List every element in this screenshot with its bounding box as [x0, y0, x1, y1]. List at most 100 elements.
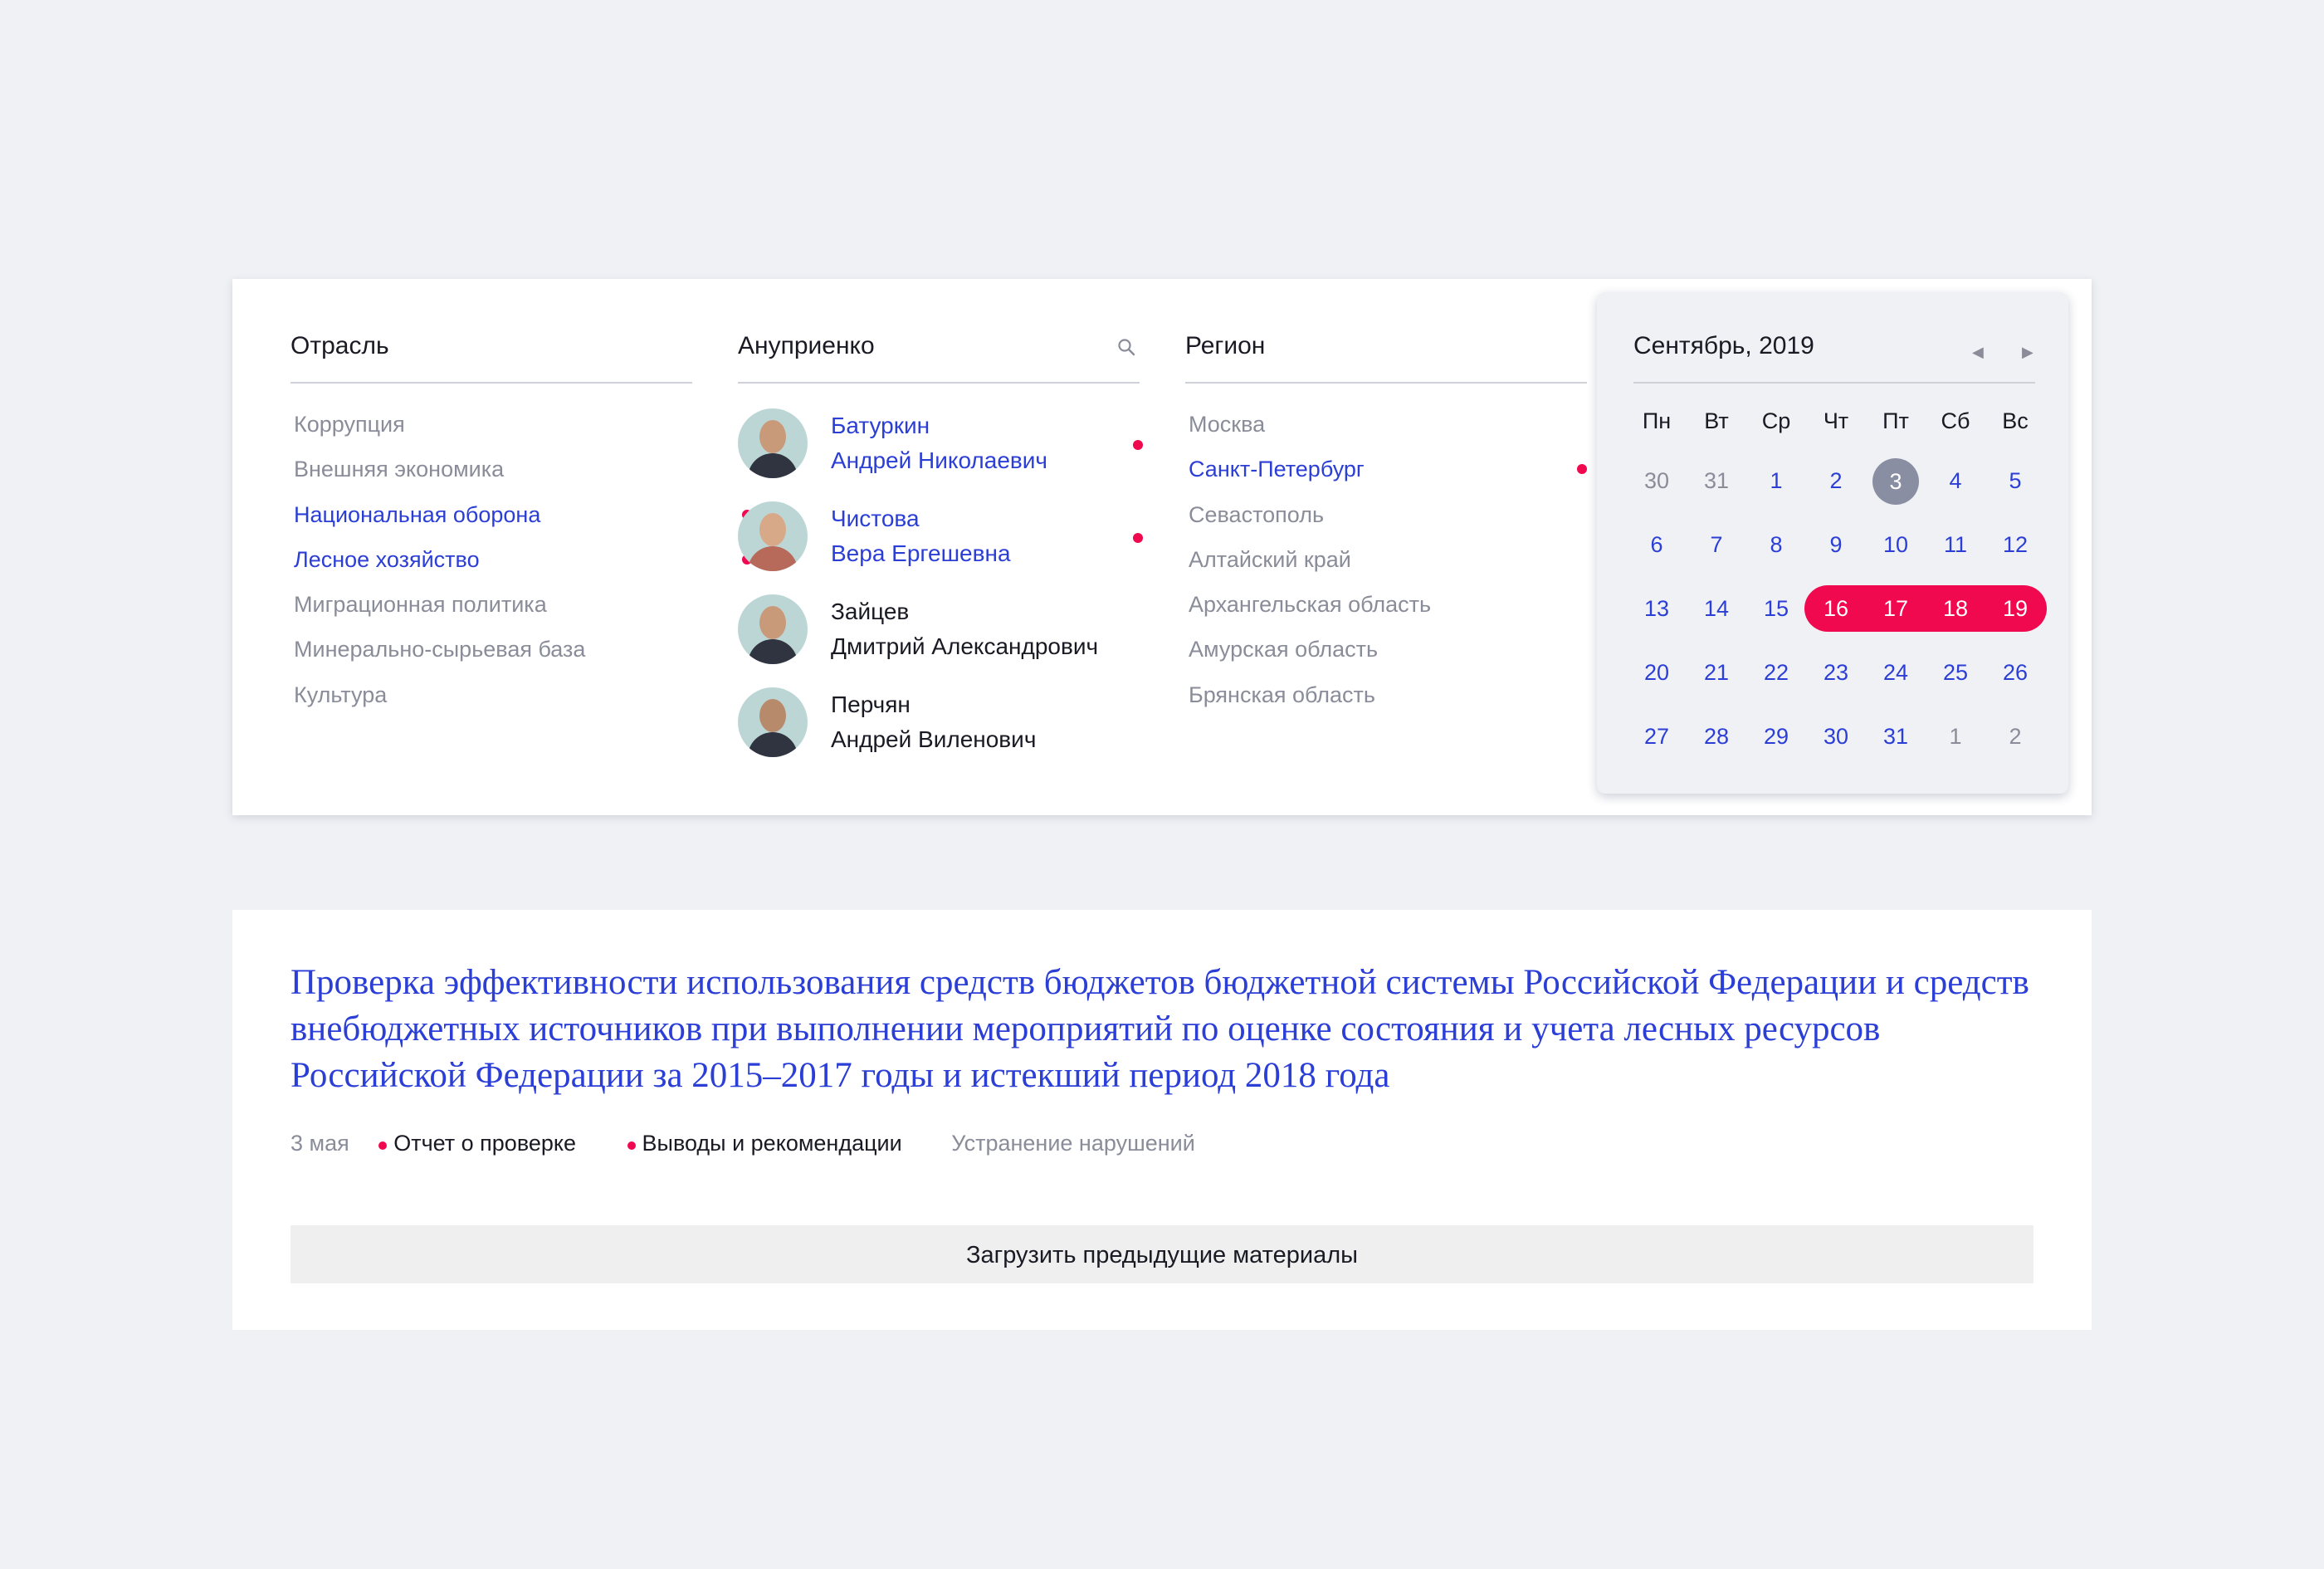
selected-dot-icon — [1133, 533, 1143, 543]
document-link[interactable]: Выводы и рекомендации — [626, 1131, 924, 1156]
calendar-day[interactable]: 1 — [1746, 458, 1806, 503]
region-item[interactable]: Амурская область — [1189, 627, 1431, 672]
person-name: Чистова Вера Ергешевна — [831, 501, 1011, 571]
selected-dot-icon — [1133, 440, 1143, 450]
region-item[interactable]: Брянская область — [1189, 672, 1431, 717]
document-dot-icon — [627, 1141, 636, 1150]
avatar — [738, 594, 808, 664]
avatar — [738, 408, 808, 478]
calendar-day[interactable]: 25 — [1926, 650, 1985, 695]
calendar-day[interactable]: 27 — [1627, 714, 1687, 759]
region-item[interactable]: Архангельская область — [1189, 582, 1431, 627]
region-item[interactable]: Севастополь — [1189, 492, 1431, 537]
weekday-label: Пн — [1642, 408, 1672, 433]
person-surname: Зайцев — [831, 599, 910, 624]
calendar-day[interactable]: 15 — [1746, 586, 1806, 631]
region-item[interactable]: Санкт-Петербург — [1189, 447, 1587, 491]
document-dot-icon — [378, 1141, 388, 1150]
calendar-day[interactable]: 8 — [1746, 522, 1806, 567]
document-link-label: Устранение нарушений — [951, 1131, 1195, 1156]
calendar-day[interactable]: 2 — [1806, 458, 1866, 503]
weekday-label: Ср — [1761, 408, 1791, 433]
calendar-day[interactable]: 29 — [1746, 714, 1806, 759]
calendar-day[interactable]: 17 — [1866, 586, 1926, 631]
industry-item[interactable]: Миграционная политика — [294, 582, 585, 627]
calendar-day[interactable]: 26 — [1985, 650, 2045, 695]
calendar-day[interactable]: 5 — [1985, 458, 2045, 503]
calendar-day[interactable]: 9 — [1806, 522, 1866, 567]
person-item[interactable]: Чистова Вера Ергешевна — [738, 501, 1143, 584]
industry-item[interactable]: Коррупция — [294, 402, 585, 447]
calendar-day[interactable]: 22 — [1746, 650, 1806, 695]
industry-item[interactable]: Национальная оборона — [294, 492, 752, 537]
search-icon[interactable] — [1116, 337, 1136, 357]
people-search-field[interactable]: Ануприенко — [738, 325, 1140, 384]
calendar-day[interactable]: 19 — [1985, 586, 2045, 631]
industry-list: Коррупция Внешняя экономика Национальная… — [294, 402, 752, 717]
person-item[interactable]: Батуркин Андрей Николаевич — [738, 408, 1143, 491]
calendar-day[interactable]: 11 — [1926, 522, 1985, 567]
document-link[interactable]: Отчет о проверке — [377, 1131, 598, 1156]
weekday-label: Сб — [1941, 408, 1970, 433]
industry-item-label: Лесное хозяйство — [294, 546, 480, 572]
document-link[interactable]: Устранение нарушений — [951, 1131, 1217, 1156]
calendar-day[interactable]: 28 — [1687, 714, 1746, 759]
calendar-day[interactable]: 31 — [1866, 714, 1926, 759]
article-meta: 3 мая Отчет о проверке Выводы и рекоменд… — [290, 1131, 1238, 1156]
weekday-label: Чт — [1823, 408, 1849, 433]
document-link-label: Отчет о проверке — [393, 1131, 577, 1156]
calendar-day[interactable]: 1 — [1926, 714, 1985, 759]
calendar-day[interactable]: 6 — [1627, 522, 1687, 567]
region-item-label: Москва — [1189, 412, 1266, 437]
industry-item[interactable]: Минерально-сырьевая база — [294, 627, 585, 672]
article-date: 3 мая — [290, 1131, 349, 1156]
region-item-label: Алтайский край — [1189, 546, 1351, 572]
calendar-day[interactable]: 3 — [1866, 458, 1926, 505]
article-card: Проверка эффективности использования сре… — [232, 910, 2092, 1330]
person-name: Зайцев Дмитрий Александрович — [831, 594, 1098, 664]
person-item[interactable]: Зайцев Дмитрий Александрович — [738, 594, 1140, 677]
person-given-name: Дмитрий Александрович — [831, 633, 1099, 659]
calendar-day[interactable]: 21 — [1687, 650, 1746, 695]
calendar-day[interactable]: 12 — [1985, 522, 2045, 567]
region-item-label: Санкт-Петербург — [1189, 457, 1365, 482]
calendar-day[interactable]: 30 — [1627, 458, 1687, 503]
calendar-day[interactable]: 4 — [1926, 458, 1985, 503]
prev-month-icon[interactable]: ◀ — [1972, 344, 1984, 361]
calendar-day[interactable]: 13 — [1627, 586, 1687, 631]
calendar-day[interactable]: 23 — [1806, 650, 1866, 695]
region-list: Москва Санкт-Петербург Севастополь Алтай… — [1189, 402, 1587, 717]
region-item-label: Севастополь — [1189, 501, 1325, 527]
calendar-day[interactable]: 24 — [1866, 650, 1926, 695]
person-item[interactable]: Перчян Андрей Виленович — [738, 687, 1140, 770]
industry-item-label: Внешняя экономика — [294, 457, 505, 482]
calendar-day[interactable]: 14 — [1687, 586, 1746, 631]
person-surname: Перчян — [831, 692, 911, 717]
avatar — [738, 501, 808, 571]
calendar-day[interactable]: 20 — [1627, 650, 1687, 695]
calendar-day[interactable]: 10 — [1866, 522, 1926, 567]
industry-item-label: Национальная оборона — [294, 501, 541, 527]
avatar — [738, 687, 808, 757]
load-more-button[interactable]: Загрузить предыдущие материалы — [290, 1225, 2034, 1283]
calendar-day[interactable]: 2 — [1985, 714, 2045, 759]
industry-item-label: Коррупция — [294, 412, 405, 437]
person-given-name: Вера Ергешевна — [831, 540, 1011, 566]
industry-item-label: Миграционная политика — [294, 592, 547, 618]
calendar-day[interactable]: 30 — [1806, 714, 1866, 759]
calendar-day[interactable]: 16 — [1806, 586, 1866, 631]
region-item[interactable]: Москва — [1189, 402, 1431, 447]
article-title-link[interactable]: Проверка эффективности использования сре… — [290, 960, 2050, 1099]
people-search-value: Ануприенко — [738, 332, 875, 359]
calendar-day[interactable]: 7 — [1687, 522, 1746, 567]
next-month-icon[interactable]: ▶ — [2022, 344, 2034, 361]
industry-filter-title: Отрасль — [290, 325, 692, 384]
industry-item[interactable]: Внешняя экономика — [294, 447, 585, 491]
weekday-label: Вс — [2002, 408, 2029, 433]
industry-item[interactable]: Культура — [294, 672, 585, 717]
industry-item-label: Минерально-сырьевая база — [294, 637, 586, 662]
calendar-day[interactable]: 18 — [1926, 586, 1985, 631]
region-item[interactable]: Алтайский край — [1189, 537, 1431, 582]
calendar-day[interactable]: 31 — [1687, 458, 1746, 503]
industry-item[interactable]: Лесное хозяйство — [294, 537, 752, 582]
